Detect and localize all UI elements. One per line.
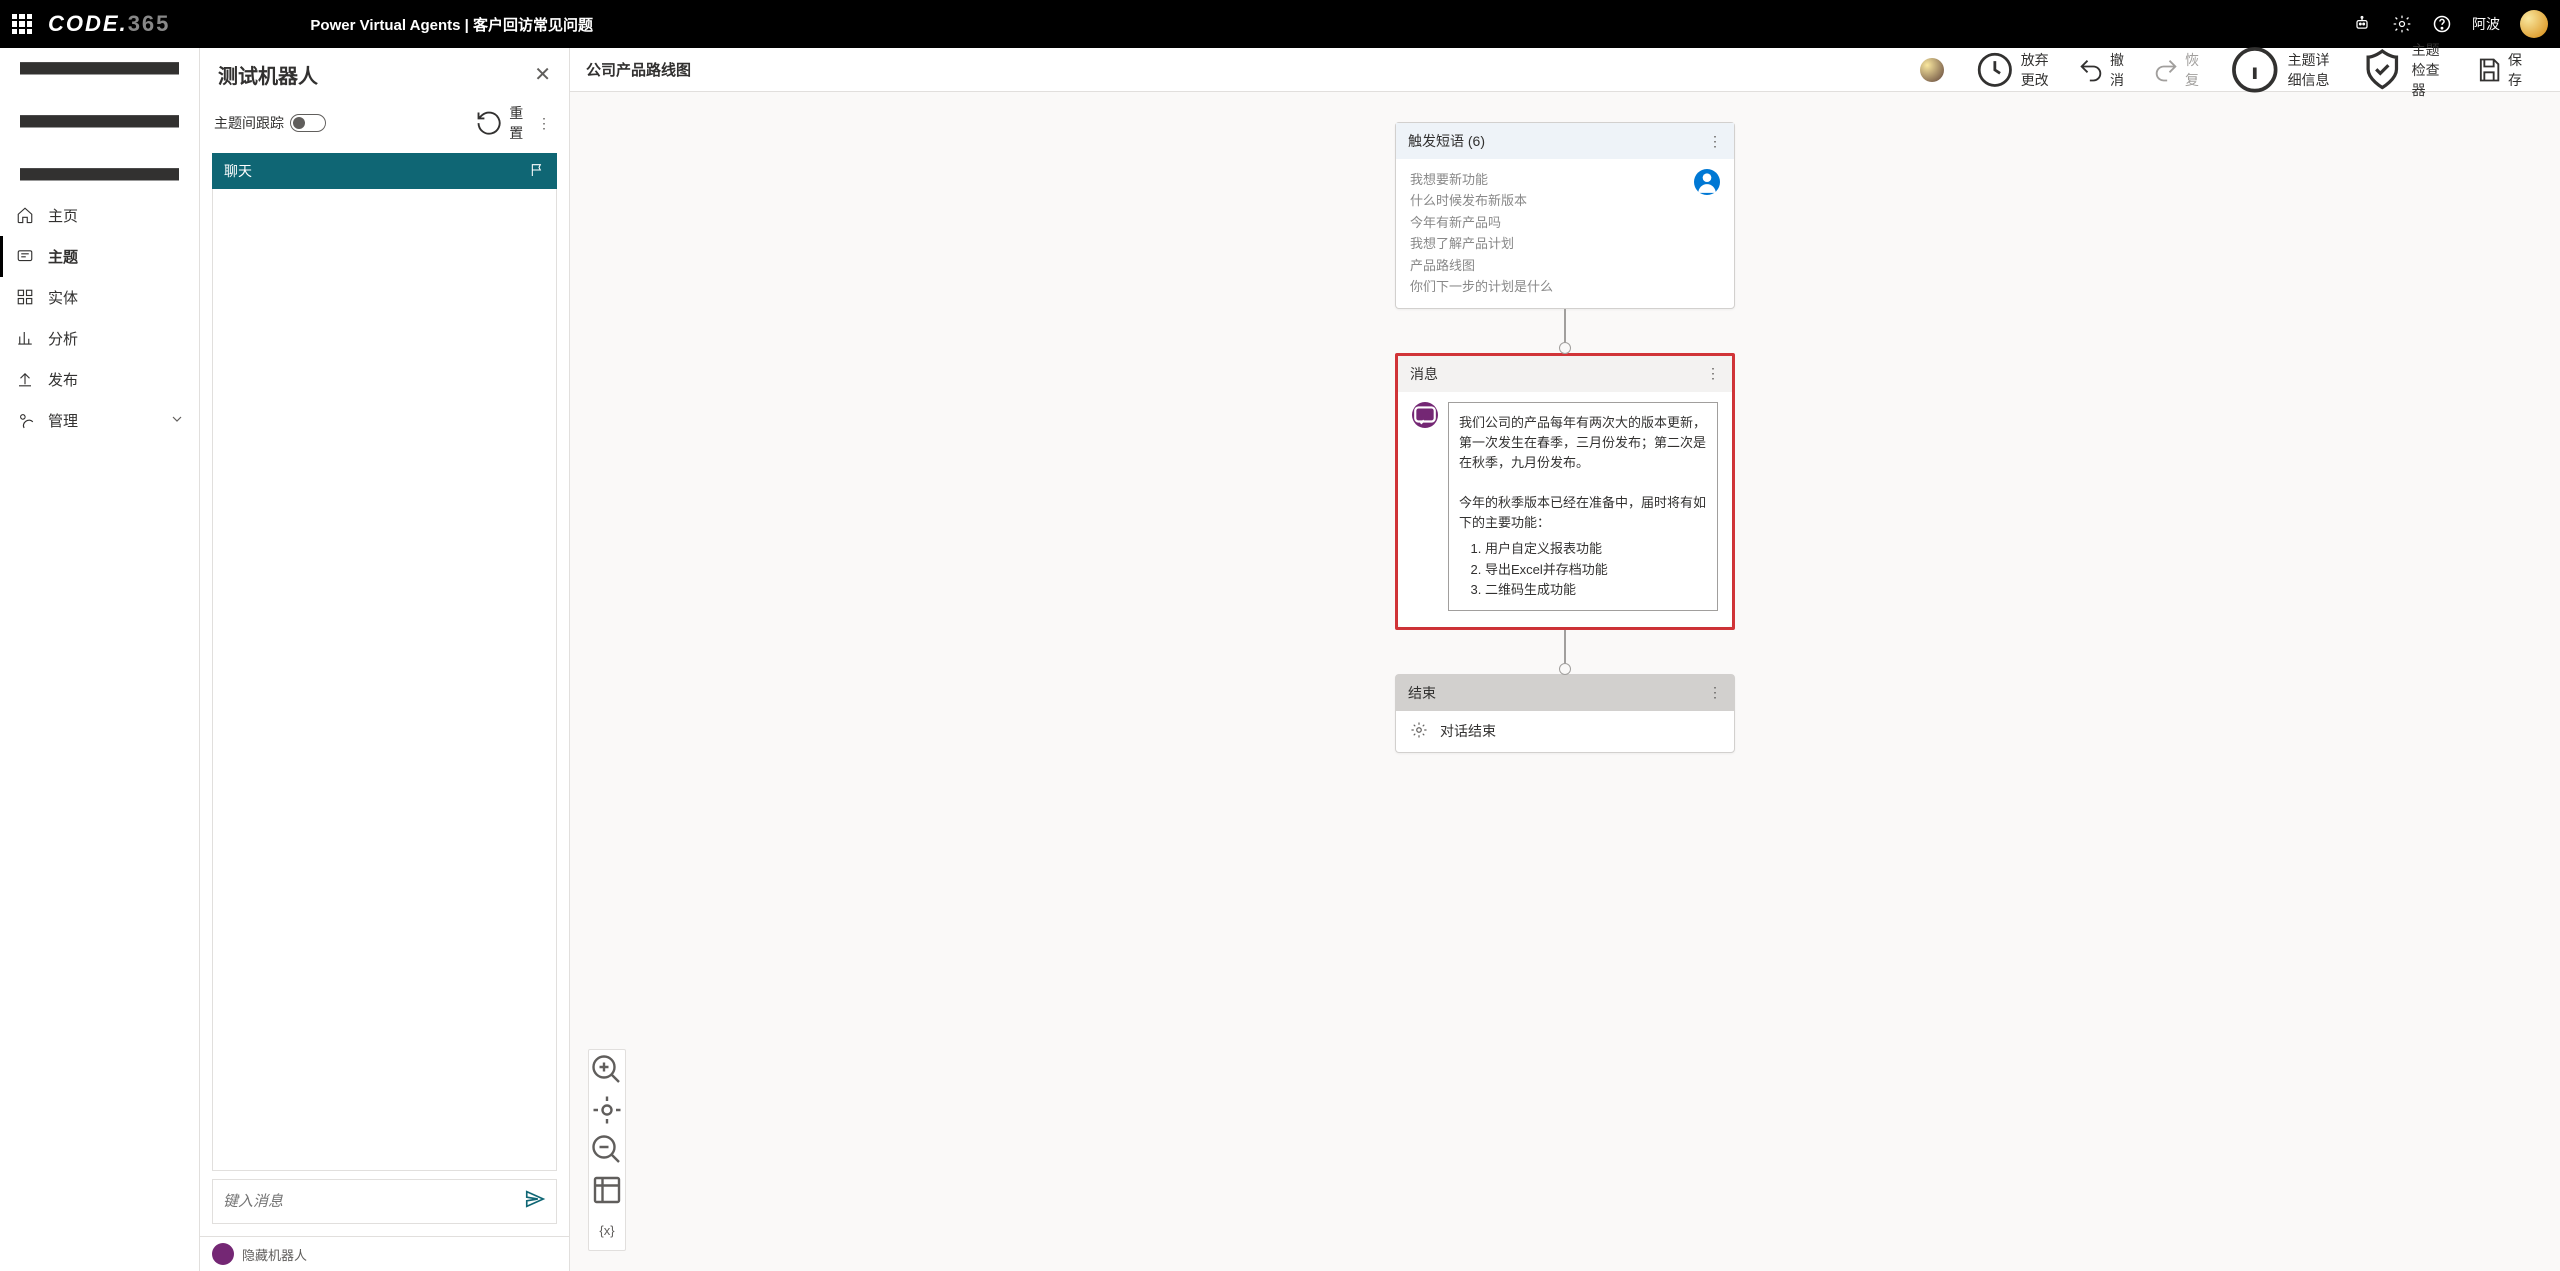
canvas-header: 公司产品路线图 放弃更改 撤消 恢复 主题详细信息 主题检查器 保存 [570,48,2560,92]
trigger-title: 触发短语 (6) [1408,131,1485,151]
canvas-body[interactable]: 触发短语 (6) ⋮ 我想要新功能 什么时候发布新版本 今年有新产品吗 我想了解产… [570,92,2560,1271]
bot-avatar-icon[interactable] [1920,58,1944,82]
discard-button[interactable]: 放弃更改 [1966,43,2059,97]
reset-view-icon[interactable] [589,1170,625,1210]
track-toggle[interactable] [290,114,326,132]
zoom-controls: {x} [588,1049,626,1251]
manage-icon [16,411,34,429]
hide-bot-row[interactable]: 隐藏机器人 [200,1236,569,1271]
publish-icon [16,370,34,388]
bot-chip-icon [212,1243,234,1265]
topic-name: 公司产品路线图 [586,59,691,80]
connector [1564,309,1566,353]
flag-icon [529,162,545,181]
test-panel-title: 测试机器人 [218,60,534,89]
end-label: 对话结束 [1440,721,1496,741]
message-title: 消息 [1410,364,1438,384]
close-icon[interactable]: ✕ [534,62,551,87]
end-icon [1410,721,1428,742]
end-title: 结束 [1408,683,1436,703]
nav-item-topics[interactable]: 主题 [0,236,199,277]
chat-input-row [212,1179,557,1224]
nav-item-analytics[interactable]: 分析 [0,318,199,359]
nav-toggle-icon[interactable] [0,48,199,195]
topics-icon [16,247,34,265]
message-text[interactable]: 我们公司的产品每年有两次大的版本更新，第一次发生在春季，三月份发布；第二次是在秋… [1448,402,1718,611]
fit-icon[interactable] [589,1090,625,1130]
save-button[interactable]: 保存 [2467,44,2532,96]
track-label: 主题间跟踪 [214,113,284,133]
send-icon[interactable] [524,1188,546,1215]
canvas-area: 公司产品路线图 放弃更改 撤消 恢复 主题详细信息 主题检查器 保存 触发短语 … [570,48,2560,1271]
test-bot-panel: 测试机器人 ✕ 主题间跟踪 重置 ⋮ 聊天 隐藏机器人 [200,48,570,1271]
chevron-down-icon [171,412,183,429]
chat-body [212,189,557,1171]
message-node-selected[interactable]: 消息 ⋮ 我们公司的产品每年有两次大的版本更新，第一次发生在春季，三月份发布；第二… [1395,353,1735,630]
trigger-phrases: 我想要新功能 什么时候发布新版本 今年有新产品吗 我想了解产品计划 产品路线图 … [1410,169,1684,298]
bot-icon[interactable] [2352,14,2372,34]
nav-item-entities[interactable]: 实体 [0,277,199,318]
redo-button: 恢复 [2144,44,2209,96]
nav-label: 主题 [48,246,78,267]
nav-item-publish[interactable]: 发布 [0,359,199,400]
nav-label: 管理 [48,410,78,431]
zoom-in-icon[interactable] [589,1050,625,1090]
trigger-node[interactable]: 触发短语 (6) ⋮ 我想要新功能 什么时候发布新版本 今年有新产品吗 我想了解产… [1395,122,1735,309]
nav-label: 主页 [48,205,78,226]
nav-item-manage[interactable]: 管理 [0,400,199,441]
app-title: Power Virtual Agents | 客户回访常见问题 [310,14,593,35]
bot-message-icon [1412,402,1438,428]
chat-input[interactable] [223,1193,524,1210]
node-more-icon[interactable]: ⋮ [1708,684,1722,701]
chat-tab[interactable]: 聊天 [212,153,557,189]
zoom-out-icon[interactable] [589,1130,625,1170]
more-icon[interactable]: ⋮ [533,115,555,132]
app-launcher-icon[interactable] [12,14,32,34]
node-more-icon[interactable]: ⋮ [1708,133,1722,150]
nav-label: 发布 [48,369,78,390]
help-icon[interactable] [2432,14,2452,34]
nav-label: 实体 [48,287,78,308]
hide-bot-label: 隐藏机器人 [242,1245,307,1264]
nav-label: 分析 [48,328,78,349]
undo-button[interactable]: 撤消 [2069,44,2134,96]
reset-button[interactable]: 重置 [475,103,525,143]
connector [1564,630,1566,674]
username: 阿波 [2472,14,2500,34]
analytics-icon [16,329,34,347]
home-icon [16,206,34,224]
end-node[interactable]: 结束 ⋮ 对话结束 [1395,674,1735,753]
reset-label: 重置 [509,103,525,143]
node-more-icon[interactable]: ⋮ [1706,365,1720,382]
user-icon [1694,169,1720,195]
nav-item-home[interactable]: 主页 [0,195,199,236]
nav-rail: 主页 主题 实体 分析 发布 管理 [0,48,200,1271]
entities-icon [16,288,34,306]
variables-icon[interactable]: {x} [589,1210,625,1250]
track-toggle-row: 主题间跟踪 [214,113,326,133]
chat-tab-label: 聊天 [224,161,252,181]
logo: CODE.365 [48,11,170,37]
settings-icon[interactable] [2392,14,2412,34]
